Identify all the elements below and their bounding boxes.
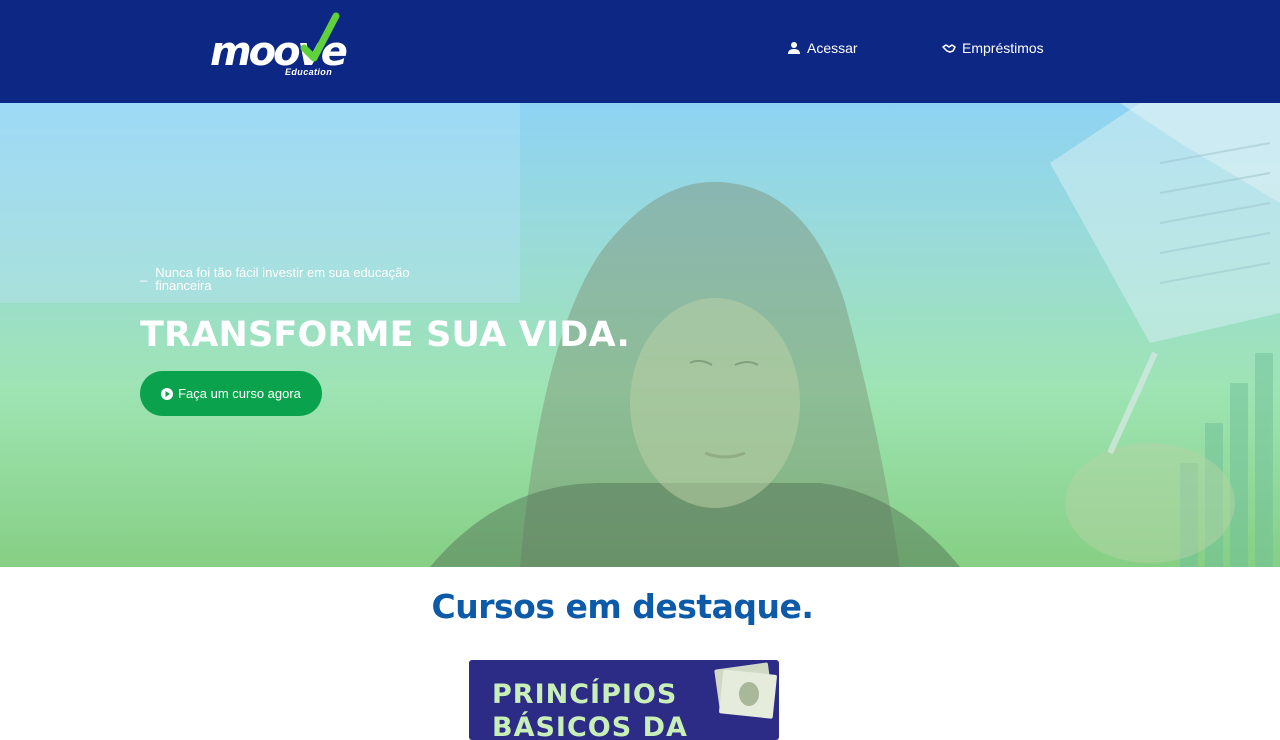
- hero-banner: _ Nunca foi tão fácil investir em sua ed…: [0, 103, 1280, 567]
- nav-acessar-label: Acessar: [807, 40, 858, 56]
- course-title: PRINCÍPIOS BÁSICOS DA: [492, 678, 688, 740]
- cta-label: Faça um curso agora: [178, 386, 301, 401]
- money-icon: [714, 662, 777, 719]
- hero-headline: TRANSFORME SUA VIDA.: [140, 315, 630, 355]
- handshake-icon: [942, 44, 956, 53]
- nav-emprestimos-link[interactable]: Empréstimos: [942, 38, 1044, 58]
- featured-courses-title: Cursos em destaque.: [431, 587, 814, 626]
- play-circle-icon: [161, 387, 174, 400]
- course-cta-button[interactable]: Faça um curso agora: [140, 371, 322, 416]
- hero-tagline: _ Nunca foi tão fácil investir em sua ed…: [140, 266, 460, 292]
- user-icon: [788, 42, 800, 54]
- nav-acessar-link[interactable]: Acessar: [787, 38, 858, 58]
- course-card[interactable]: PRINCÍPIOS BÁSICOS DA: [469, 660, 779, 740]
- nav-emprestimos-label: Empréstimos: [962, 40, 1044, 56]
- logo-subtitle: Education: [285, 67, 333, 77]
- tagline-dash: _: [140, 267, 148, 282]
- course-title-line-1: PRINCÍPIOS: [492, 679, 678, 710]
- checkmark-icon: [300, 12, 340, 62]
- site-header: moove Education Acessar Empréstimos: [0, 0, 1280, 103]
- hero-tagline-text: Nunca foi tão fácil investir em sua educ…: [155, 265, 410, 293]
- course-title-line-2: BÁSICOS DA: [492, 712, 688, 740]
- moove-logo[interactable]: moove Education: [210, 12, 348, 80]
